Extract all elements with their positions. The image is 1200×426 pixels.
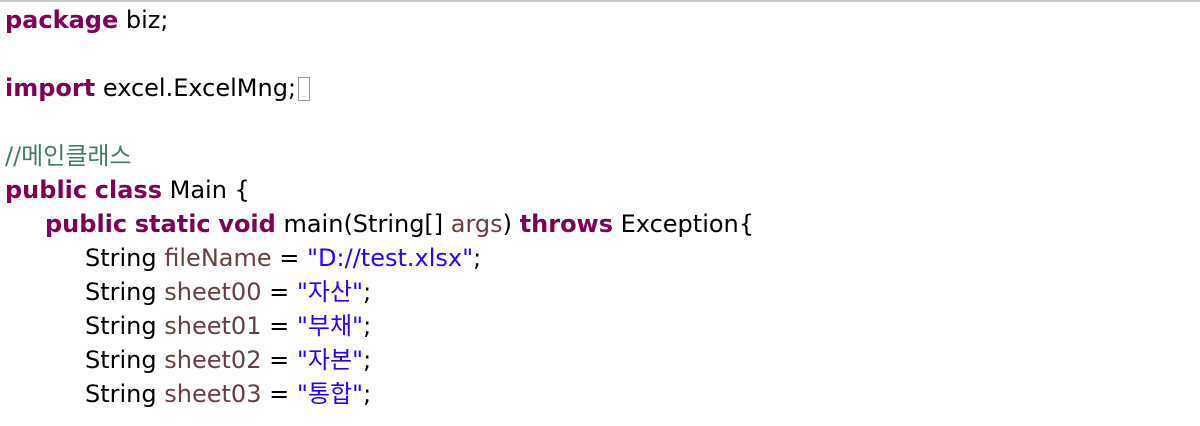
keyword-token: import (5, 74, 96, 102)
code-line[interactable]: package biz; (5, 3, 754, 37)
code-token: ; (363, 312, 372, 340)
code-token: String (85, 244, 165, 272)
folded-imports-icon[interactable]: .. (298, 77, 311, 101)
code-line[interactable]: public static void main(String[] args) t… (5, 207, 754, 241)
string-token: "통합" (296, 380, 364, 408)
keyword-token: static (134, 210, 211, 238)
code-token: Main { (161, 176, 250, 204)
code-line[interactable]: String sheet01 = "부채"; (5, 309, 754, 343)
code-token: String (85, 278, 165, 306)
code-line[interactable]: import excel.ExcelMng;.. (5, 71, 754, 105)
keyword-token: throws (519, 210, 614, 238)
variable-token: sheet03 (164, 380, 262, 408)
keyword-token: public (5, 176, 88, 204)
code-token: ) (502, 210, 520, 238)
code-token: = (261, 346, 297, 374)
code-token: excel.ExcelMng; (95, 74, 297, 102)
keyword-token: void (218, 210, 276, 238)
code-line[interactable] (5, 105, 754, 139)
code-line[interactable]: String fileName = "D://test.xlsx"; (5, 241, 754, 275)
code-token: biz; (118, 6, 169, 34)
code-token: Exception{ (613, 210, 755, 238)
code-line[interactable]: public class Main { (5, 173, 754, 207)
code-token: ; (363, 278, 372, 306)
keyword-token: package (5, 6, 119, 34)
code-token: ; (473, 244, 482, 272)
variable-token: sheet01 (164, 312, 262, 340)
code-token: ; (363, 346, 372, 374)
comment-token: //메인클래스 (5, 142, 132, 170)
code-line[interactable]: String sheet02 = "자본"; (5, 343, 754, 377)
code-line[interactable]: String sheet03 = "통합"; (5, 377, 754, 411)
code-token: = (261, 278, 297, 306)
code-line[interactable]: String sheet00 = "자산"; (5, 275, 754, 309)
string-token: "D://test.xlsx" (307, 244, 474, 272)
code-token: = (261, 380, 297, 408)
code-token: String (85, 312, 165, 340)
editor-top-border (0, 0, 1200, 2)
code-line[interactable] (5, 37, 754, 71)
variable-token: fileName (164, 244, 272, 272)
code-token: String (85, 346, 165, 374)
code-line[interactable]: //메인클래스 (5, 139, 754, 173)
keyword-token: class (94, 176, 162, 204)
code-editor[interactable]: package biz; import excel.ExcelMng;.. //메인… (5, 3, 754, 411)
keyword-token: public (45, 210, 128, 238)
string-token: "자산" (296, 278, 364, 306)
code-token: ; (363, 380, 372, 408)
string-token: "부채" (296, 312, 364, 340)
string-token: "자본" (296, 346, 364, 374)
code-token: String (85, 380, 165, 408)
code-token: main(String[] (275, 210, 451, 238)
variable-token: args (450, 210, 503, 238)
code-token: = (271, 244, 307, 272)
variable-token: sheet02 (164, 346, 262, 374)
variable-token: sheet00 (164, 278, 262, 306)
code-token: = (261, 312, 297, 340)
